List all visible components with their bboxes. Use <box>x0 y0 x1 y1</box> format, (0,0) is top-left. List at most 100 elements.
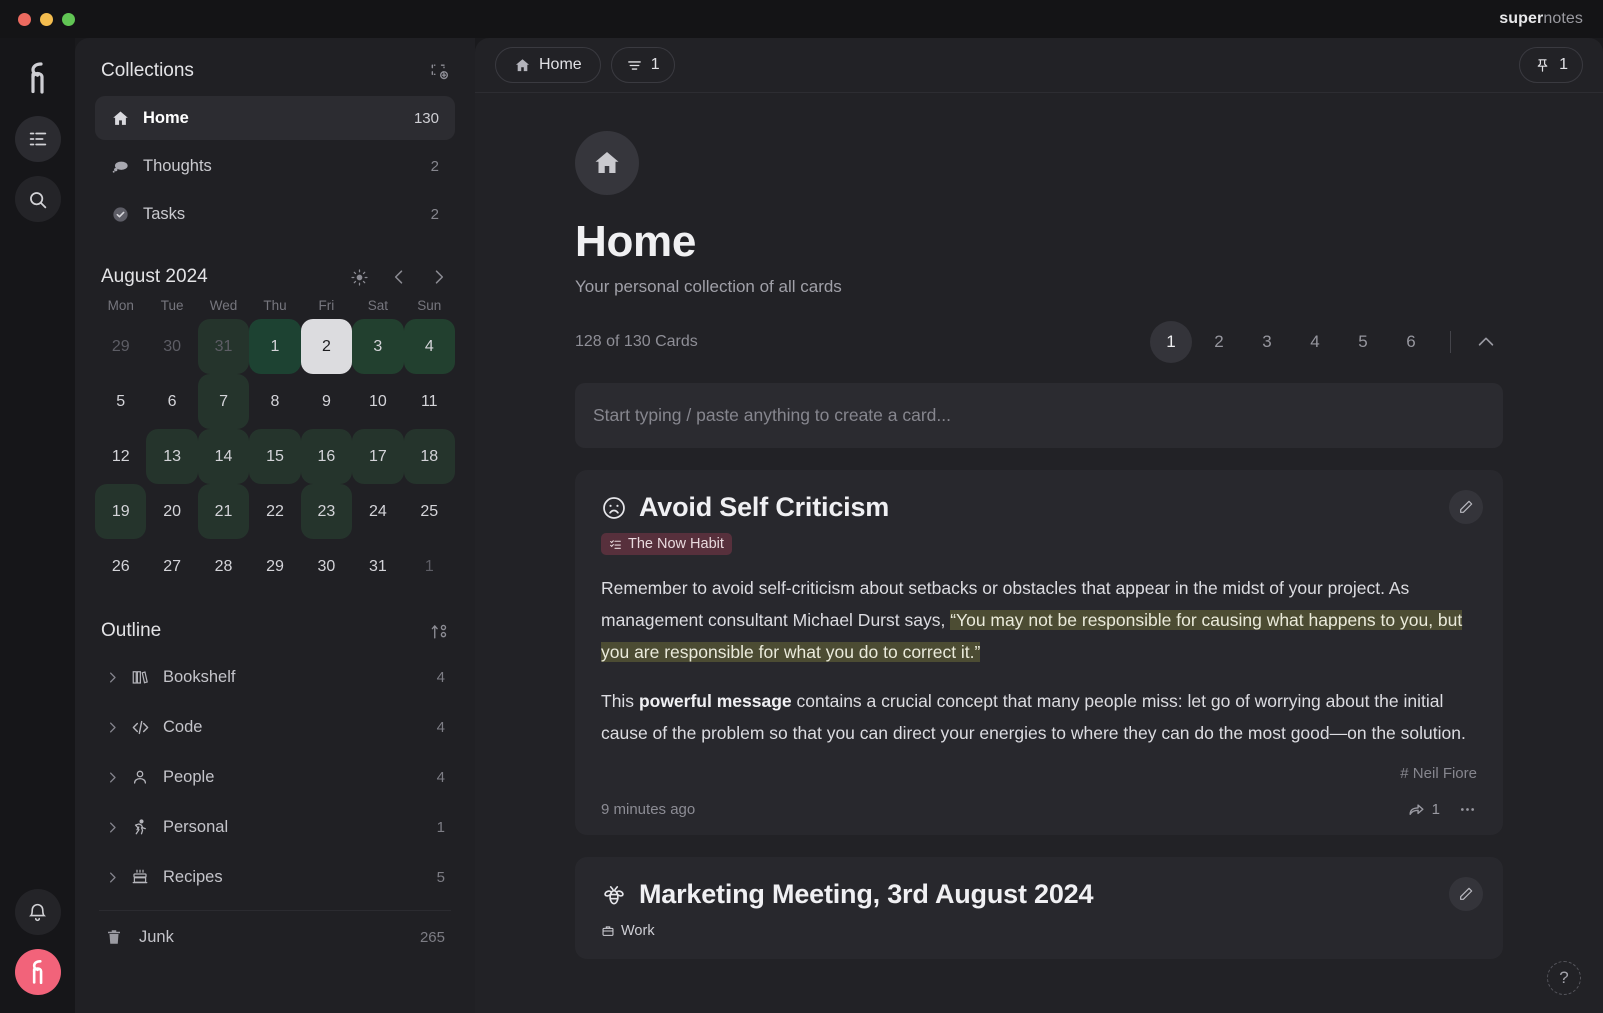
outline-item-code[interactable]: Code 4 <box>95 702 455 752</box>
calendar-day[interactable]: 15 <box>249 429 301 484</box>
pagination: 123456 <box>1150 321 1503 363</box>
calendar-day[interactable]: 12 <box>95 429 146 484</box>
page-button-2[interactable]: 2 <box>1198 321 1240 363</box>
calendar-header: August 2024 <box>95 240 455 298</box>
outline-item-count: 1 <box>436 818 445 836</box>
calendar-day[interactable]: 4 <box>403 319 455 374</box>
filter-button[interactable]: 1 <box>610 47 675 83</box>
chevron-right-icon[interactable] <box>105 770 131 785</box>
add-collection-button[interactable] <box>429 61 449 81</box>
page-button-5[interactable]: 5 <box>1342 321 1384 363</box>
page-subtitle: Your personal collection of all cards <box>575 277 842 296</box>
calendar-day[interactable]: 2 <box>300 319 353 374</box>
card-more-button[interactable] <box>1458 800 1477 819</box>
calendar-day[interactable]: 14 <box>197 429 250 484</box>
calendar-day[interactable]: 22 <box>249 484 300 539</box>
sidebar-item-home[interactable]: Home 130 <box>95 96 455 140</box>
pinned-button[interactable]: 1 <box>1519 47 1583 83</box>
sort-outline-button[interactable] <box>430 622 449 641</box>
calendar-day[interactable]: 1 <box>249 319 301 374</box>
supernotes-logo-icon <box>20 56 56 100</box>
calendar-day[interactable]: 29 <box>249 539 300 594</box>
calendar-grid: 29 30 31 1 2 3 4 5 6 7 8 9 10 11 12 13 14 15 16 17 18 19 20 21 2… <box>95 319 455 594</box>
page-button-1[interactable]: 1 <box>1150 321 1192 363</box>
page-button-4[interactable]: 4 <box>1294 321 1336 363</box>
home-icon <box>592 148 622 178</box>
calendar-day[interactable]: 30 <box>301 539 352 594</box>
calendar-day[interactable]: 31 <box>352 539 403 594</box>
search-button[interactable] <box>14 176 61 222</box>
card-share-button[interactable]: 1 <box>1407 800 1440 819</box>
calendar-day[interactable]: 29 <box>95 319 146 374</box>
calendar-day[interactable]: 10 <box>352 374 403 429</box>
outline-item-personal[interactable]: Personal 1 <box>95 802 455 852</box>
chevron-right-icon[interactable] <box>105 820 131 835</box>
calendar-day[interactable]: 16 <box>300 429 353 484</box>
calendar-day[interactable]: 5 <box>95 374 146 429</box>
breadcrumb-home[interactable]: Home <box>495 47 601 83</box>
outline-item-people[interactable]: People 4 <box>95 752 455 802</box>
card-author: # Neil Fiore <box>1400 765 1477 783</box>
card-composer[interactable]: Start typing / paste anything to create … <box>575 383 1503 448</box>
calendar-day[interactable]: 19 <box>95 484 147 539</box>
calendar-day[interactable]: 21 <box>197 484 250 539</box>
chevron-right-icon[interactable] <box>429 267 449 287</box>
calendar-day[interactable]: 31 <box>197 319 250 374</box>
calendar-day[interactable]: 3 <box>352 319 404 374</box>
calendar-day[interactable]: 28 <box>198 539 249 594</box>
calendar-day[interactable]: 8 <box>249 374 300 429</box>
calendar-day[interactable]: 25 <box>404 484 455 539</box>
help-button[interactable]: ? <box>1547 961 1581 995</box>
icon-rail <box>0 38 75 1013</box>
chevron-right-icon[interactable] <box>105 720 131 735</box>
calendar-day[interactable]: 7 <box>197 374 250 429</box>
calendar-day[interactable]: 27 <box>146 539 197 594</box>
sidebar-item-junk[interactable]: Junk 265 <box>95 911 455 963</box>
calendar-day[interactable]: 26 <box>95 539 146 594</box>
edit-card-button[interactable] <box>1449 877 1483 912</box>
sidebar-item-count: 2 <box>430 205 439 223</box>
card-header: Marketing Meeting, 3rd August 2024 <box>601 879 1477 910</box>
calendar-day[interactable]: 17 <box>352 429 404 484</box>
calendar-day[interactable]: 9 <box>301 374 352 429</box>
sidebar-item-outline-toggle[interactable] <box>14 116 61 162</box>
minimize-window-button[interactable] <box>40 12 53 26</box>
chevron-left-icon[interactable] <box>389 267 409 287</box>
card-marketing-meeting[interactable]: Marketing Meeting, 3rd August 2024 Work <box>575 857 1503 960</box>
outline-item-recipes[interactable]: Recipes 5 <box>95 852 455 902</box>
user-avatar[interactable] <box>14 949 61 995</box>
page-button-3[interactable]: 3 <box>1246 321 1288 363</box>
page-button-6[interactable]: 6 <box>1390 321 1432 363</box>
calendar-day[interactable]: 6 <box>146 374 197 429</box>
sidebar-item-tasks[interactable]: Tasks 2 <box>95 192 455 236</box>
card-tag[interactable]: Work <box>601 920 663 942</box>
main-scroll-area[interactable]: Home Your personal collection of all car… <box>475 93 1603 1013</box>
edit-card-button[interactable] <box>1449 490 1483 524</box>
calendar-day[interactable]: 1 <box>404 539 455 594</box>
junk-count: 265 <box>419 928 445 946</box>
calendar-day[interactable]: 11 <box>404 374 455 429</box>
zoom-window-button[interactable] <box>62 12 75 26</box>
sidebar-item-thoughts[interactable]: Thoughts 2 <box>95 144 455 188</box>
card-tag[interactable]: The Now Habit <box>601 533 732 555</box>
chevron-right-icon[interactable] <box>105 870 131 885</box>
sun-icon[interactable] <box>350 268 369 287</box>
share-arrow-icon <box>1407 800 1426 819</box>
calendar-day[interactable]: 18 <box>403 429 455 484</box>
outline-item-bookshelf[interactable]: Bookshelf 4 <box>95 652 455 702</box>
card-title: Avoid Self Criticism <box>639 492 890 522</box>
composer-placeholder: Start typing / paste anything to create … <box>593 405 951 425</box>
card-avoid-self-criticism[interactable]: Avoid Self Criticism The Now Habit Remem… <box>575 470 1503 836</box>
calendar-day[interactable]: 13 <box>146 429 198 484</box>
outline-item-count: 4 <box>436 718 445 736</box>
card-tags: The Now Habit <box>601 533 1477 556</box>
calendar-day[interactable]: 30 <box>146 319 197 374</box>
close-window-button[interactable] <box>18 12 31 26</box>
notifications-button[interactable] <box>14 889 61 935</box>
calendar-nav <box>350 267 449 287</box>
calendar-day[interactable]: 24 <box>352 484 403 539</box>
calendar-day[interactable]: 20 <box>146 484 197 539</box>
calendar-day[interactable]: 23 <box>300 484 353 539</box>
chevron-up-icon[interactable] <box>1469 331 1503 353</box>
chevron-right-icon[interactable] <box>105 670 131 685</box>
